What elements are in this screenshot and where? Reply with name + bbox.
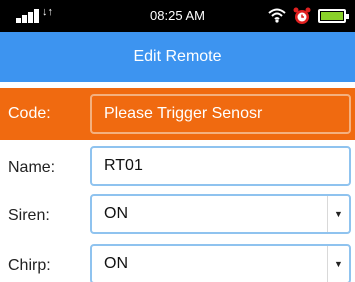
code-row: Code: Please Trigger Senosr — [0, 88, 355, 140]
chirp-select[interactable]: ON ▼ — [90, 244, 351, 282]
siren-label: Siren: — [8, 207, 50, 224]
code-label: Code: — [8, 105, 51, 122]
chevron-down-icon[interactable]: ▼ — [327, 246, 349, 282]
wifi-icon — [268, 8, 286, 23]
status-bar: ↓↑ 08:25 AM — [0, 0, 355, 32]
name-row: Name: RT01 — [0, 142, 355, 194]
name-input[interactable]: RT01 — [90, 146, 351, 186]
siren-row: Siren: ON ▼ — [0, 190, 355, 242]
chevron-down-icon[interactable]: ▼ — [327, 196, 349, 232]
siren-select[interactable]: ON ▼ — [90, 194, 351, 234]
chirp-row: Chirp: ON ▼ — [0, 240, 355, 282]
name-label: Name: — [8, 159, 56, 176]
code-field[interactable]: Please Trigger Senosr — [90, 94, 351, 134]
page-title: Edit Remote — [0, 32, 355, 82]
name-value: RT01 — [104, 157, 143, 174]
chirp-label: Chirp: — [8, 257, 51, 274]
siren-selected-value: ON — [104, 205, 128, 222]
code-value: Please Trigger Senosr — [104, 105, 263, 122]
alarm-clock-icon — [293, 7, 311, 24]
battery-icon — [318, 9, 349, 23]
chirp-selected-value: ON — [104, 255, 128, 272]
